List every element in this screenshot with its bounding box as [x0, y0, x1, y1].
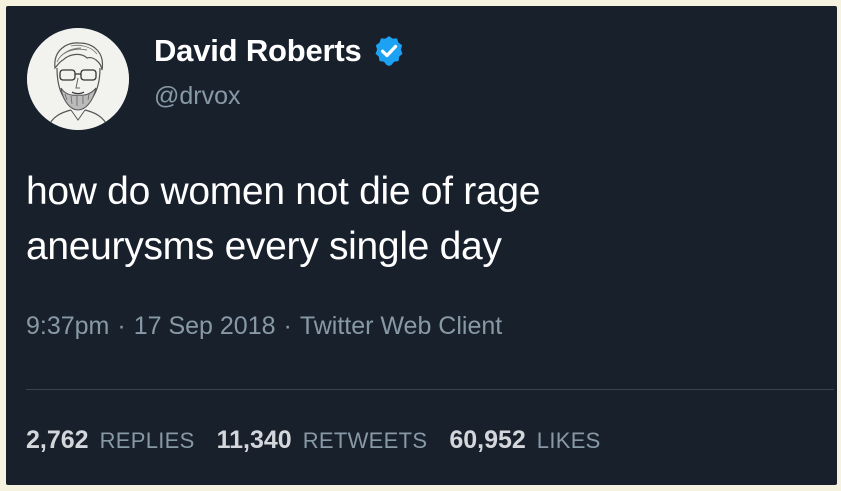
author-display-name[interactable]: David Roberts: [154, 33, 362, 69]
verified-badge-icon: [372, 34, 406, 68]
retweets-count[interactable]: 11,340: [217, 426, 292, 455]
tweet-text-line: aneurysms every single day: [26, 225, 502, 268]
meta-separator: ·: [117, 312, 126, 340]
meta-separator: ·: [283, 312, 292, 340]
tweet-text-line: how do women not die of rage: [26, 170, 541, 213]
retweets-label[interactable]: RETWEETS: [303, 428, 428, 454]
tweet-stats: 2,762 REPLIES 11,340 RETWEETS 60,952 LIK…: [26, 426, 623, 455]
author-handle[interactable]: @drvox: [154, 82, 241, 111]
replies-count[interactable]: 2,762: [26, 426, 89, 455]
tweet-time[interactable]: 9:37pm: [26, 312, 109, 340]
tweet-text: how do women not die of rage aneurysms e…: [26, 164, 816, 274]
replies-label[interactable]: REPLIES: [100, 428, 195, 454]
tweet-meta: 9:37pm · 17 Sep 2018 · Twitter Web Client: [26, 312, 502, 341]
user-sketch-portrait-icon: [27, 28, 129, 130]
tweet-card: David Roberts @drvox how do women not di…: [6, 6, 837, 485]
likes-label[interactable]: LIKES: [537, 428, 601, 454]
tweet-date[interactable]: 17 Sep 2018: [134, 312, 276, 340]
avatar[interactable]: [27, 28, 129, 130]
divider: [26, 389, 834, 390]
tweet-client[interactable]: Twitter Web Client: [300, 312, 502, 340]
likes-count[interactable]: 60,952: [449, 426, 525, 455]
author-name-row: David Roberts: [154, 31, 406, 71]
